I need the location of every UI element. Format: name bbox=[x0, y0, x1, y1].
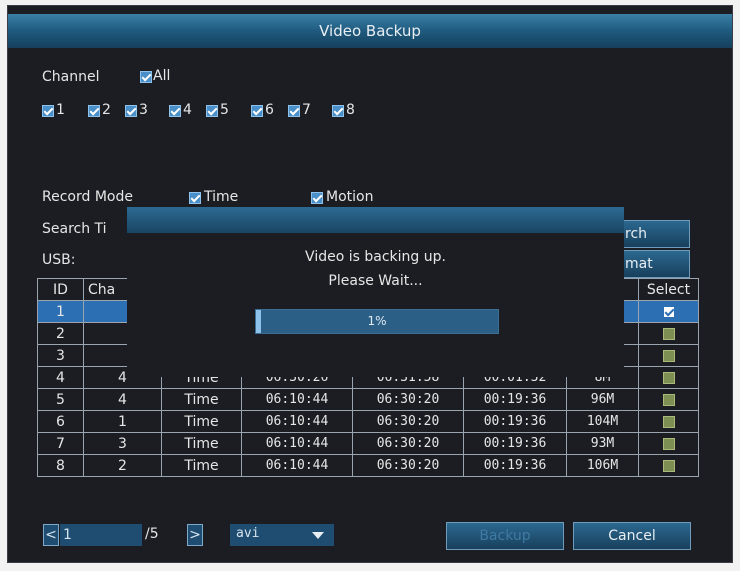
row-select-checkbox[interactable] bbox=[662, 459, 675, 472]
row-select-cell bbox=[638, 366, 699, 389]
format-button[interactable]: mat bbox=[618, 250, 690, 278]
row-duration: 00:19:36 bbox=[463, 388, 567, 411]
column-header-id: ID bbox=[37, 278, 84, 301]
row-size: 104M bbox=[566, 410, 639, 433]
row-select-checkbox[interactable] bbox=[662, 371, 675, 384]
table-row[interactable]: 5 4 Time 06:10:44 06:30:20 00:19:36 96M bbox=[37, 388, 699, 411]
row-select-cell bbox=[638, 344, 699, 367]
page-total: /5 bbox=[145, 526, 159, 542]
chevron-down-icon bbox=[312, 532, 324, 539]
backup-progress-bar: 1% bbox=[255, 309, 499, 334]
row-select-checkbox[interactable] bbox=[662, 437, 675, 450]
row-channel: 4 bbox=[83, 388, 162, 411]
progress-label: 1% bbox=[367, 314, 387, 328]
row-id: 8 bbox=[37, 454, 84, 477]
channel-all-label: All bbox=[153, 68, 171, 84]
channel-7-label: 7 bbox=[302, 102, 311, 118]
backup-button[interactable]: Backup bbox=[446, 522, 564, 550]
channel-1-label: 1 bbox=[56, 102, 65, 118]
channel-8-label: 8 bbox=[346, 102, 355, 118]
row-id: 1 bbox=[37, 300, 84, 323]
row-id: 2 bbox=[37, 322, 84, 345]
channel-1-checkbox[interactable] bbox=[42, 105, 54, 117]
record-mode-time-checkbox[interactable] bbox=[189, 192, 201, 204]
table-row[interactable]: 6 1 Time 06:10:44 06:30:20 00:19:36 104M bbox=[37, 410, 699, 433]
row-select-checkbox[interactable] bbox=[662, 349, 675, 362]
row-id: 4 bbox=[37, 366, 84, 389]
popup-message-line2: Please Wait... bbox=[328, 273, 423, 289]
channel-all-checkbox[interactable] bbox=[140, 71, 152, 83]
row-select-cell bbox=[638, 454, 699, 477]
table-row[interactable]: 8 2 Time 06:10:44 06:30:20 00:19:36 106M bbox=[37, 454, 699, 477]
row-id: 3 bbox=[37, 344, 84, 367]
row-size: 93M bbox=[566, 432, 639, 455]
channel-4-checkbox[interactable] bbox=[169, 105, 181, 117]
prev-page-button[interactable]: < bbox=[43, 524, 59, 546]
record-mode-label: Record Mode bbox=[42, 189, 133, 205]
channel-3-checkbox[interactable] bbox=[125, 105, 137, 117]
row-select-checkbox[interactable] bbox=[662, 393, 675, 406]
table-row[interactable]: 7 3 Time 06:10:44 06:30:20 00:19:36 93M bbox=[37, 432, 699, 455]
cancel-button[interactable]: Cancel bbox=[573, 522, 691, 550]
column-header-select: Select bbox=[638, 278, 699, 301]
row-mode: Time bbox=[161, 432, 242, 455]
next-page-button[interactable]: > bbox=[187, 524, 203, 546]
row-duration: 00:19:36 bbox=[463, 410, 567, 433]
page-number-input[interactable]: 1 bbox=[60, 524, 142, 546]
channel-6-label: 6 bbox=[265, 102, 274, 118]
dialog-title: Video Backup bbox=[8, 14, 732, 48]
row-end-time: 06:30:20 bbox=[352, 388, 464, 411]
row-id: 5 bbox=[37, 388, 84, 411]
popup-message-line1: Video is backing up. bbox=[305, 249, 446, 265]
row-size: 106M bbox=[566, 454, 639, 477]
row-select-cell bbox=[638, 388, 699, 411]
channel-4-label: 4 bbox=[183, 102, 192, 118]
channel-8-checkbox[interactable] bbox=[332, 105, 344, 117]
row-size: 96M bbox=[566, 388, 639, 411]
channel-5-label: 5 bbox=[220, 102, 229, 118]
record-mode-motion-checkbox[interactable] bbox=[311, 192, 323, 204]
record-mode-time-label: Time bbox=[204, 189, 239, 205]
row-channel: 2 bbox=[83, 454, 162, 477]
channel-7-checkbox[interactable] bbox=[288, 105, 300, 117]
row-id: 7 bbox=[37, 432, 84, 455]
row-select-checkbox[interactable] bbox=[662, 327, 675, 340]
row-mode: Time bbox=[161, 388, 242, 411]
row-duration: 00:19:36 bbox=[463, 432, 567, 455]
channel-6-checkbox[interactable] bbox=[251, 105, 263, 117]
row-start-time: 06:10:44 bbox=[241, 454, 353, 477]
usb-label: USB: bbox=[42, 252, 76, 268]
channel-3-label: 3 bbox=[139, 102, 148, 118]
row-duration: 00:19:36 bbox=[463, 454, 567, 477]
channel-5-checkbox[interactable] bbox=[206, 105, 218, 117]
row-select-checkbox[interactable] bbox=[662, 415, 675, 428]
row-end-time: 06:30:20 bbox=[352, 410, 464, 433]
row-mode: Time bbox=[161, 410, 242, 433]
format-select[interactable]: avi bbox=[230, 524, 334, 546]
channel-2-checkbox[interactable] bbox=[88, 105, 100, 117]
row-select-cell bbox=[638, 432, 699, 455]
row-channel: 1 bbox=[83, 410, 162, 433]
channel-label: Channel bbox=[42, 69, 100, 85]
popup-title-bar bbox=[127, 207, 624, 233]
row-end-time: 06:30:20 bbox=[352, 454, 464, 477]
format-select-value: avi bbox=[236, 526, 260, 541]
row-start-time: 06:10:44 bbox=[241, 388, 353, 411]
record-mode-motion-label: Motion bbox=[326, 189, 374, 205]
row-channel: 3 bbox=[83, 432, 162, 455]
search-button[interactable]: rch bbox=[618, 220, 690, 248]
row-mode: Time bbox=[161, 454, 242, 477]
row-id: 6 bbox=[37, 410, 84, 433]
channel-2-label: 2 bbox=[102, 102, 111, 118]
row-select-cell bbox=[638, 322, 699, 345]
row-start-time: 06:10:44 bbox=[241, 432, 353, 455]
row-select-checkbox[interactable] bbox=[662, 305, 675, 318]
row-end-time: 06:30:20 bbox=[352, 432, 464, 455]
row-select-cell bbox=[638, 300, 699, 323]
row-select-cell bbox=[638, 410, 699, 433]
backup-progress-popup: Video is backing up. Please Wait... 1% bbox=[127, 207, 624, 377]
row-start-time: 06:10:44 bbox=[241, 410, 353, 433]
search-time-label: Search Ti bbox=[42, 221, 107, 237]
